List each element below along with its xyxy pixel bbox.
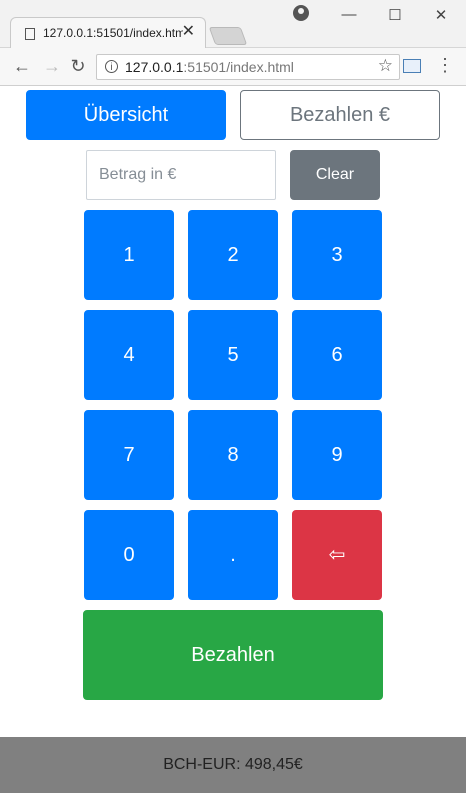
url-path: :51501/index.html [183, 59, 294, 75]
overview-button[interactable]: Übersicht [26, 90, 226, 140]
menu-icon[interactable]: ⋮ [436, 56, 454, 74]
page-content: Übersicht Bezahlen € Clear 1 2 3 4 5 6 7… [0, 86, 466, 793]
reload-icon[interactable]: ↻ [67, 56, 89, 76]
key-1-button[interactable]: 1 [84, 210, 174, 300]
key-9-button[interactable]: 9 [292, 410, 382, 500]
browser-toolbar: ← → ↻ i 127.0.0.1:51501/index.html ☆ ⋮ [0, 48, 466, 86]
key-8-button[interactable]: 8 [188, 410, 278, 500]
extension-icon[interactable] [403, 59, 421, 73]
star-icon[interactable]: ☆ [378, 56, 393, 76]
browser-tab[interactable]: 127.0.0.1:51501/index.html ✕ [10, 17, 206, 49]
key-4-button[interactable]: 4 [84, 310, 174, 400]
exchange-rate-footer: BCH-EUR: 498,45€ [0, 737, 466, 793]
back-icon[interactable]: ← [11, 56, 33, 76]
browser-titlebar: 127.0.0.1:51501/index.html ✕ — ☐ ✕ [0, 0, 466, 49]
amount-input[interactable] [86, 150, 276, 200]
clear-button[interactable]: Clear [290, 150, 380, 200]
key-5-button[interactable]: 5 [188, 310, 278, 400]
address-bar[interactable]: i 127.0.0.1:51501/index.html ☆ [96, 54, 400, 80]
key-3-button[interactable]: 3 [292, 210, 382, 300]
key-0-button[interactable]: 0 [84, 510, 174, 600]
pay-button[interactable]: Bezahlen [83, 610, 383, 700]
backspace-button[interactable]: ⇦ [292, 510, 382, 600]
key-7-button[interactable]: 7 [84, 410, 174, 500]
minimize-icon[interactable]: — [338, 6, 360, 23]
pay-tab-button[interactable]: Bezahlen € [240, 90, 440, 140]
url-host: 127.0.0.1 [125, 59, 184, 75]
info-icon[interactable]: i [105, 60, 118, 73]
new-tab-button[interactable] [208, 27, 248, 45]
key-dot-button[interactable]: . [188, 510, 278, 600]
key-2-button[interactable]: 2 [188, 210, 278, 300]
tab-title: 127.0.0.1:51501/index.html [43, 26, 183, 40]
close-icon[interactable]: ✕ [430, 6, 452, 24]
page-icon [25, 28, 35, 40]
url-text[interactable]: 127.0.0.1:51501/index.html [125, 59, 294, 75]
tab-close-icon[interactable]: ✕ [182, 24, 195, 40]
user-icon[interactable] [293, 5, 309, 21]
forward-icon[interactable]: → [41, 56, 63, 76]
key-6-button[interactable]: 6 [292, 310, 382, 400]
maximize-icon[interactable]: ☐ [384, 6, 406, 24]
